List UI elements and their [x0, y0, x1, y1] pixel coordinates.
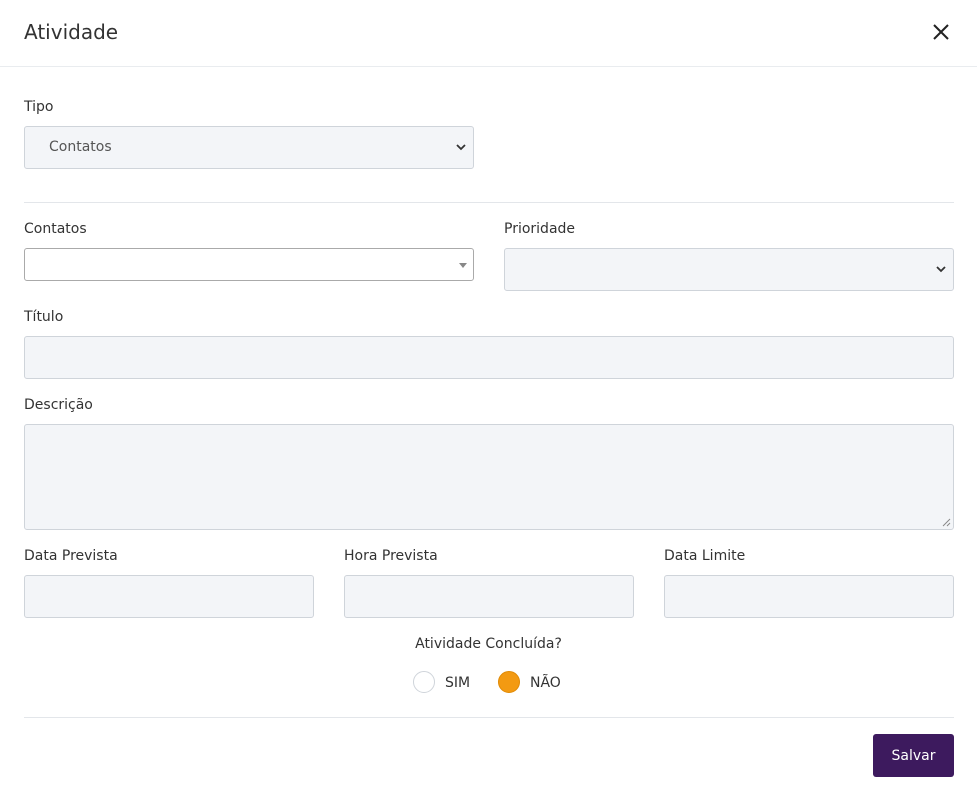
contatos-label: Contatos	[24, 221, 87, 237]
prioridade-label: Prioridade	[504, 221, 576, 237]
descricao-label: Descrição	[24, 397, 93, 413]
data-prevista-label: Data Prevista	[24, 548, 118, 564]
save-button[interactable]: Salvar	[873, 734, 954, 777]
caret-down-icon	[459, 263, 467, 268]
resize-grip-icon[interactable]	[942, 518, 951, 527]
tipo-label: Tipo	[24, 99, 54, 115]
tipo-select-value: Contatos	[49, 139, 112, 155]
concluida-sim-radio[interactable]	[413, 671, 435, 693]
contatos-combobox[interactable]	[24, 248, 474, 281]
titulo-input[interactable]	[24, 336, 954, 379]
concluida-label: Atividade Concluída?	[415, 636, 562, 652]
data-limite-input[interactable]	[664, 575, 954, 618]
hora-prevista-label: Hora Prevista	[344, 548, 438, 564]
hora-prevista-input[interactable]	[344, 575, 634, 618]
chevron-down-icon	[456, 144, 466, 151]
close-icon[interactable]	[928, 19, 954, 45]
concluida-sim-label[interactable]: SIM	[445, 675, 470, 691]
descricao-textarea[interactable]	[24, 424, 954, 530]
modal-header: Atividade	[0, 0, 977, 67]
footer-divider	[24, 717, 954, 718]
prioridade-select[interactable]	[504, 248, 954, 291]
activity-modal: Atividade Tipo Contatos Contatos Priorid…	[0, 0, 977, 812]
data-limite-label: Data Limite	[664, 548, 746, 564]
modal-title: Atividade	[24, 20, 119, 44]
tipo-select[interactable]: Contatos	[24, 126, 474, 169]
concluida-nao-radio[interactable]	[498, 671, 520, 693]
section-divider	[24, 202, 954, 203]
data-prevista-input[interactable]	[24, 575, 314, 618]
chevron-down-icon	[936, 266, 946, 273]
titulo-label: Título	[24, 309, 64, 325]
concluida-nao-label[interactable]: NÃO	[530, 675, 561, 691]
